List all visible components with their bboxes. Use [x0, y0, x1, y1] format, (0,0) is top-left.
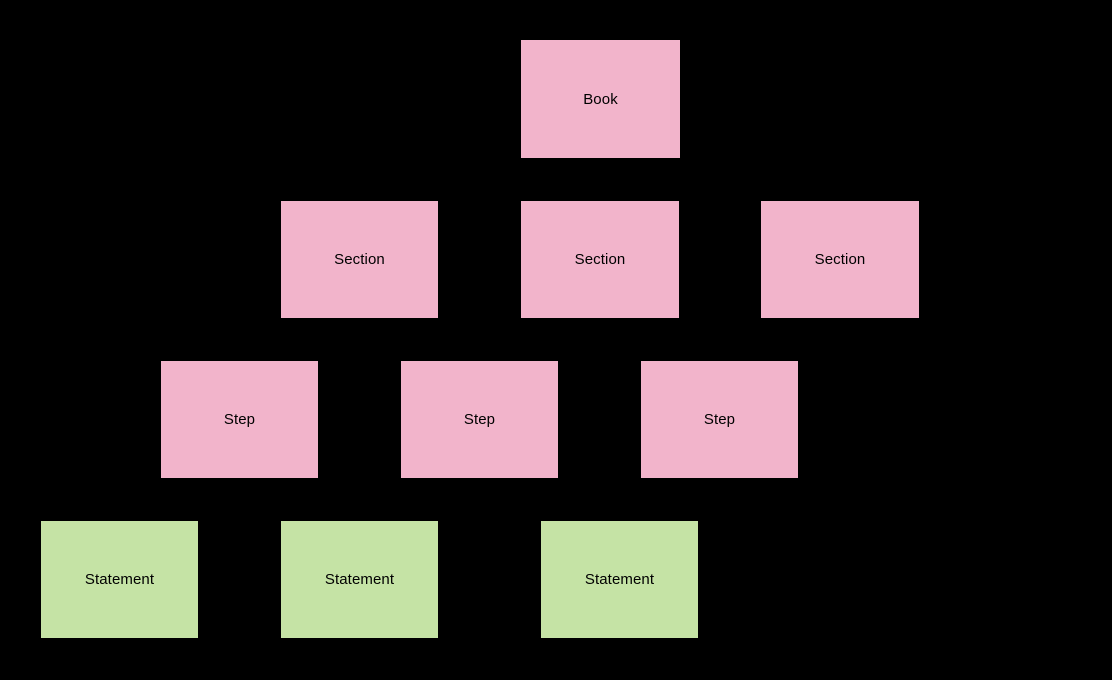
node-label: Section: [574, 251, 626, 268]
node-section-1[interactable]: Section: [281, 201, 438, 318]
node-label: Book: [583, 90, 618, 108]
node-step-2[interactable]: Step: [401, 361, 558, 478]
node-label: Step: [703, 411, 736, 428]
node-book-1[interactable]: Book: [521, 40, 680, 158]
diagram-canvas: Book Section Section Section Step Step Step Sta…: [0, 0, 1112, 680]
node-label: Statement: [84, 571, 155, 588]
node-step-1[interactable]: Step: [161, 361, 318, 478]
node-statement-3[interactable]: Statement: [541, 521, 698, 638]
node-section-2[interactable]: Section: [521, 201, 679, 318]
node-label: Section: [814, 251, 866, 268]
node-label: Section: [334, 251, 385, 268]
node-label: Statement: [584, 571, 655, 588]
node-step-3[interactable]: Step: [641, 361, 798, 478]
node-label: Statement: [324, 571, 395, 588]
node-label: Step: [223, 411, 256, 428]
node-statement-2[interactable]: Statement: [281, 521, 438, 638]
node-section-3[interactable]: Section: [761, 201, 919, 318]
node-label: Step: [463, 411, 496, 428]
node-statement-1[interactable]: Statement: [41, 521, 198, 638]
